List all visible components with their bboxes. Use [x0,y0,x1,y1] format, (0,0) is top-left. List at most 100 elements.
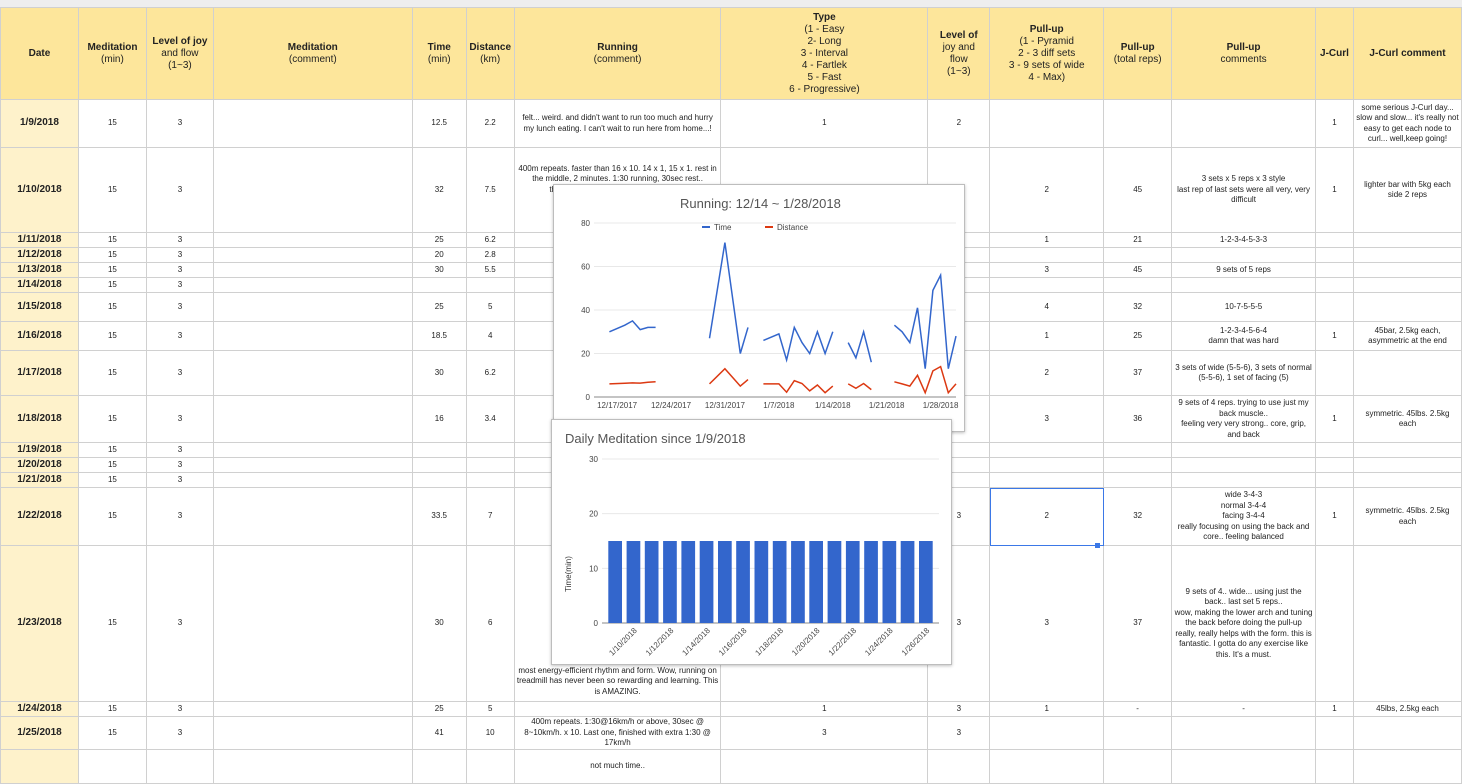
cell-run-distance[interactable]: 6.2 [465,350,515,396]
cell-run-distance[interactable]: 5 [465,701,515,717]
cell-jcurl-comment[interactable] [1352,232,1462,248]
cell-running-comment[interactable] [513,701,722,717]
cell-run-time[interactable] [411,442,467,458]
cell-jcurl[interactable] [1315,262,1354,278]
cell-date[interactable]: 1/15/2018 [0,292,79,322]
cell-pullup-comment[interactable] [1171,749,1316,784]
cell-jcurl-comment[interactable]: lighter bar with 5kg each side 2 reps [1352,147,1462,233]
cell-meditation-min[interactable]: 15 [77,232,147,248]
cell-meditation-min[interactable]: 15 [77,262,147,278]
cell-jcurl[interactable] [1315,472,1354,488]
cell-jcurl[interactable] [1315,247,1354,263]
cell-run-time[interactable]: 33.5 [411,487,467,546]
cell-jcurl[interactable]: 1 [1315,701,1354,717]
cell-date[interactable]: 1/18/2018 [0,395,79,443]
cell-jcurl[interactable]: 1 [1315,99,1354,148]
cell-date[interactable]: 1/22/2018 [0,487,79,546]
cell-pullup-type[interactable]: 1 [989,321,1105,351]
cell-pullup-total[interactable] [1103,716,1173,750]
cell-pullup-total[interactable] [1103,749,1173,784]
cell-run-distance[interactable] [465,442,515,458]
cell-pullup-type[interactable] [989,749,1105,784]
header-run-type[interactable]: Type (1 - Easy 2- Long 3 - Interval 4 - Fart… [720,7,929,100]
cell-run-distance[interactable] [465,749,515,784]
cell-meditation-joy[interactable]: 3 [145,701,214,717]
cell-meditation-comment[interactable] [212,472,413,488]
cell-pullup-total[interactable]: - [1103,701,1173,717]
cell-meditation-min[interactable] [77,749,147,784]
cell-pullup-total[interactable] [1103,99,1173,148]
cell-meditation-comment[interactable] [212,545,413,702]
cell-jcurl-comment[interactable]: 45lbs, 2.5kg each [1352,701,1462,717]
cell-run-distance[interactable]: 7.5 [465,147,515,233]
cell-pullup-type[interactable] [989,277,1105,293]
cell-pullup-total[interactable] [1103,472,1173,488]
cell-run-time[interactable]: 16 [411,395,467,443]
cell-run-type[interactable]: 3 [720,716,929,750]
cell-pullup-total[interactable]: 36 [1103,395,1173,443]
cell-meditation-joy[interactable]: 3 [145,472,214,488]
cell-pullup-comment[interactable]: 3 sets x 5 reps x 3 style last rep of las… [1171,147,1316,233]
cell-run-type[interactable]: 1 [720,701,929,717]
cell-jcurl-comment[interactable]: 45bar, 2.5kg each, asymmetric at the end [1352,321,1462,351]
cell-meditation-comment[interactable] [212,716,413,750]
cell-run-distance[interactable] [465,277,515,293]
cell-meditation-min[interactable]: 15 [77,457,147,473]
cell-pullup-total[interactable] [1103,457,1173,473]
cell-meditation-joy[interactable]: 3 [145,292,214,322]
cell-pullup-comment[interactable]: 10-7-5-5-5 [1171,292,1316,322]
cell-pullup-total[interactable]: 32 [1103,292,1173,322]
cell-running-comment[interactable]: not much time.. [513,749,722,784]
cell-date[interactable]: 1/16/2018 [0,321,79,351]
cell-pullup-total[interactable]: 45 [1103,147,1173,233]
cell-pullup-type[interactable] [989,716,1105,750]
cell-meditation-comment[interactable] [212,147,413,233]
header-run-distance[interactable]: Distance (km) [465,7,515,100]
cell-meditation-min[interactable]: 15 [77,395,147,443]
cell-jcurl[interactable] [1315,442,1354,458]
cell-pullup-comment[interactable] [1171,716,1316,750]
cell-meditation-min[interactable]: 15 [77,99,147,148]
header-pullup-total[interactable]: Pull-up (total reps) [1103,7,1173,100]
cell-meditation-comment[interactable] [212,277,413,293]
cell-run-distance[interactable]: 6.2 [465,232,515,248]
cell-pullup-comment[interactable]: 9 sets of 4.. wide... using just the bac… [1171,545,1316,702]
cell-meditation-comment[interactable] [212,395,413,443]
cell-jcurl-comment[interactable] [1352,716,1462,750]
cell-pullup-type[interactable] [989,472,1105,488]
cell-run-distance[interactable]: 2.2 [465,99,515,148]
cell-meditation-comment[interactable] [212,321,413,351]
cell-pullup-comment[interactable]: wide 3-4-3 normal 3-4-4 facing 3-4-4 really… [1171,487,1316,546]
cell-meditation-min[interactable]: 15 [77,321,147,351]
header-pullup-type[interactable]: Pull-up (1 - Pyramid 2 - 3 diff sets 3 - 9 … [989,7,1105,100]
cell-jcurl-comment[interactable] [1352,472,1462,488]
cell-run-time[interactable]: 30 [411,350,467,396]
cell-meditation-min[interactable]: 15 [77,487,147,546]
cell-pullup-total[interactable]: 25 [1103,321,1173,351]
header-date[interactable]: Date [0,7,79,100]
cell-pullup-total[interactable]: 37 [1103,350,1173,396]
cell-date[interactable]: 1/21/2018 [0,472,79,488]
cell-pullup-type[interactable]: 3 [989,545,1105,702]
cell-run-time[interactable]: 25 [411,292,467,322]
cell-run-distance[interactable]: 4 [465,321,515,351]
cell-meditation-joy[interactable]: 3 [145,487,214,546]
cell-run-distance[interactable]: 10 [465,716,515,750]
cell-meditation-joy[interactable]: 3 [145,147,214,233]
cell-run-time[interactable]: 30 [411,262,467,278]
cell-pullup-comment[interactable]: 3 sets of wide (5-5-6), 3 sets of normal… [1171,350,1316,396]
cell-meditation-joy[interactable]: 3 [145,262,214,278]
cell-meditation-min[interactable]: 15 [77,545,147,702]
cell-date[interactable]: 1/23/2018 [0,545,79,702]
cell-date[interactable]: 1/17/2018 [0,350,79,396]
cell-run-joy[interactable]: 2 [927,99,991,148]
cell-run-distance[interactable]: 2.8 [465,247,515,263]
header-run-time[interactable]: Time (min) [411,7,467,100]
cell-pullup-comment[interactable] [1171,99,1316,148]
cell-meditation-comment[interactable] [212,99,413,148]
cell-jcurl-comment[interactable] [1352,749,1462,784]
cell-pullup-total[interactable]: 37 [1103,545,1173,702]
cell-jcurl-comment[interactable] [1352,545,1462,702]
cell-pullup-type[interactable] [989,247,1105,263]
cell-run-time[interactable]: 41 [411,716,467,750]
